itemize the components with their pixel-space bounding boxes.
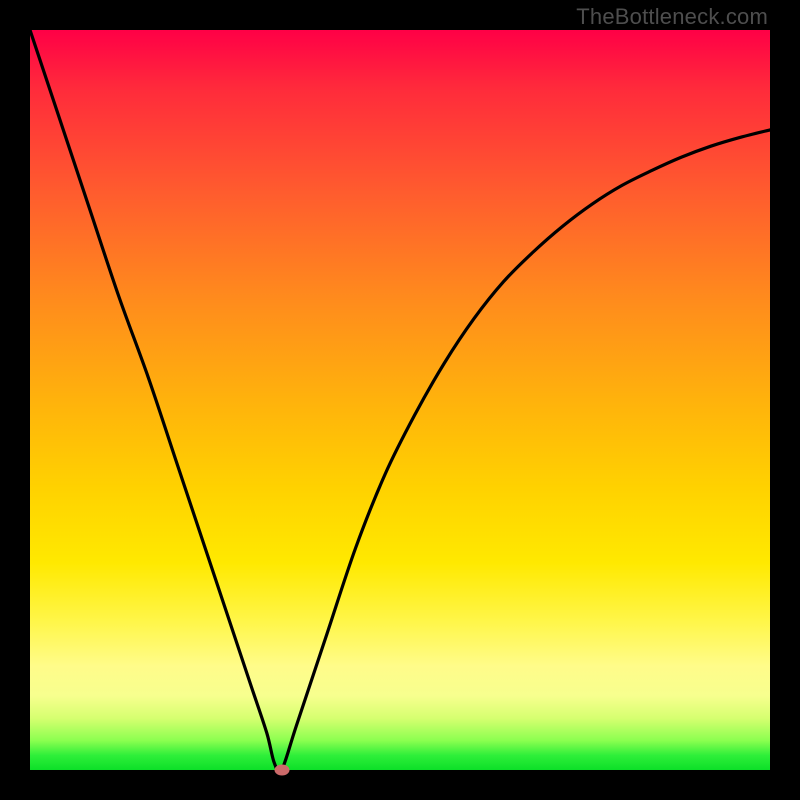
- bottleneck-curve: [30, 30, 770, 770]
- plot-area: [30, 30, 770, 770]
- optimum-marker: [274, 765, 289, 776]
- chart-frame: TheBottleneck.com: [0, 0, 800, 800]
- watermark-text: TheBottleneck.com: [576, 4, 768, 30]
